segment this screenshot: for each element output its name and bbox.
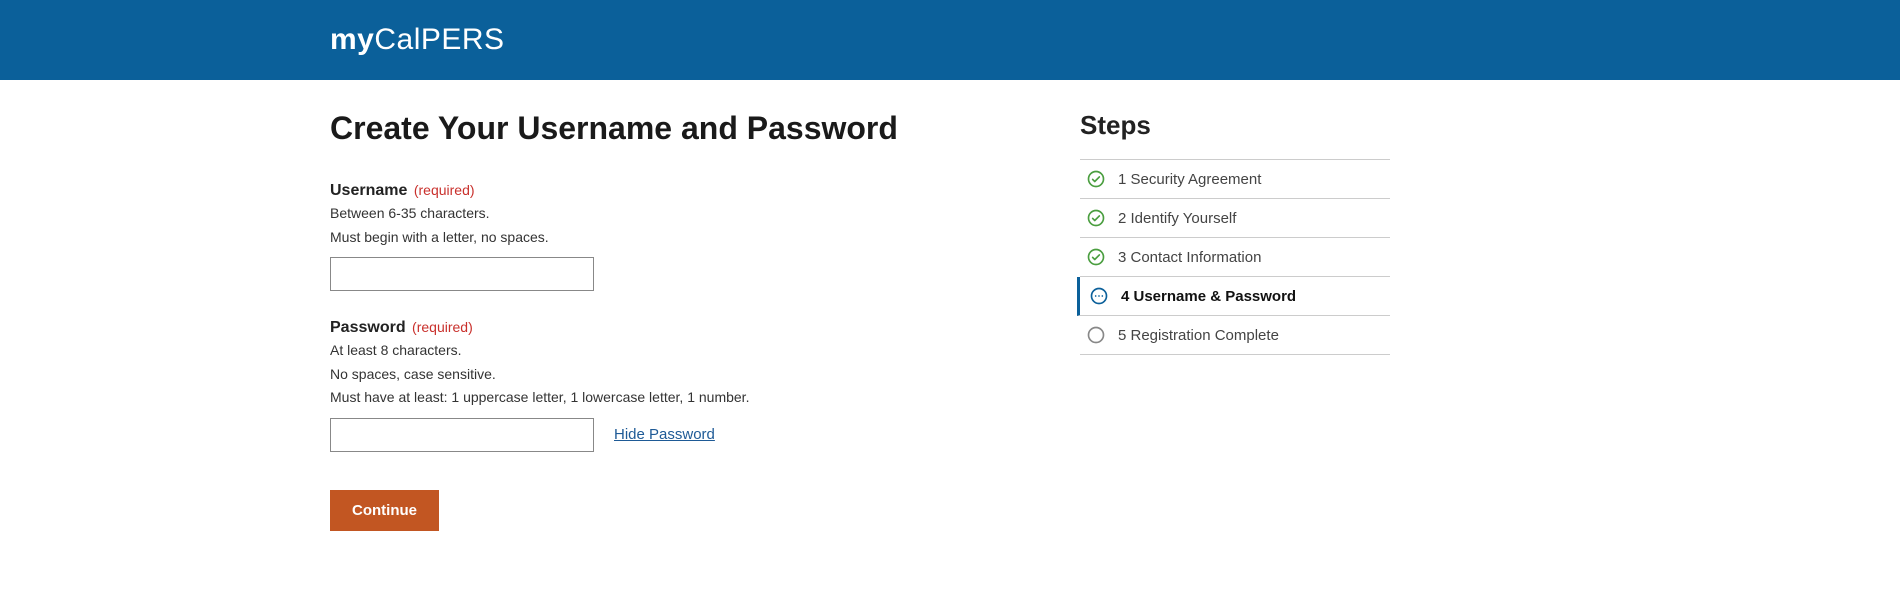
step-label: 2 Identify Yourself [1118, 210, 1386, 227]
username-hint-1: Between 6-35 characters. [330, 204, 980, 224]
password-input[interactable] [330, 418, 594, 452]
page-title: Create Your Username and Password [330, 110, 980, 147]
app-logo: myCalPERS [330, 23, 1570, 57]
username-required: (required) [414, 182, 475, 198]
step-item: 1 Security Agreement [1080, 160, 1390, 199]
password-hint-2: No spaces, case sensitive. [330, 365, 980, 385]
step-label: 5 Registration Complete [1118, 327, 1386, 344]
password-label: Password [330, 319, 406, 336]
empty-circle-icon [1086, 325, 1106, 345]
logo-prefix: my [330, 23, 374, 56]
check-circle-icon [1086, 247, 1106, 267]
step-item: 3 Contact Information [1080, 238, 1390, 277]
ellipsis-circle-icon [1089, 286, 1109, 306]
username-hint-2: Must begin with a letter, no spaces. [330, 228, 980, 248]
check-circle-icon [1086, 208, 1106, 228]
check-circle-icon [1086, 169, 1106, 189]
username-input[interactable] [330, 257, 594, 291]
steps-list: 1 Security Agreement 2 Identify Yourself 3… [1080, 159, 1390, 355]
password-group: Password (required) At least 8 character… [330, 319, 980, 452]
step-item: 4 Username & Password [1077, 277, 1390, 316]
step-item: 2 Identify Yourself [1080, 199, 1390, 238]
steps-sidebar: Steps 1 Security Agreement 2 Identify You… [1080, 110, 1390, 531]
password-hint-1: At least 8 characters. [330, 341, 980, 361]
step-label: 3 Contact Information [1118, 249, 1386, 266]
logo-rest: CalPERS [374, 23, 504, 56]
toggle-password-visibility[interactable]: Hide Password [614, 426, 715, 443]
username-label: Username [330, 182, 407, 199]
username-group: Username (required) Between 6-35 charact… [330, 182, 980, 291]
step-label: 1 Security Agreement [1118, 171, 1386, 188]
steps-title: Steps [1080, 110, 1390, 141]
password-required: (required) [412, 319, 473, 335]
app-header: myCalPERS [0, 0, 1900, 80]
step-item: 5 Registration Complete [1080, 316, 1390, 355]
continue-button[interactable]: Continue [330, 490, 439, 531]
step-label: 4 Username & Password [1121, 288, 1386, 305]
password-hint-3: Must have at least: 1 uppercase letter, … [330, 388, 980, 408]
main-content: Create Your Username and Password Userna… [330, 110, 980, 531]
